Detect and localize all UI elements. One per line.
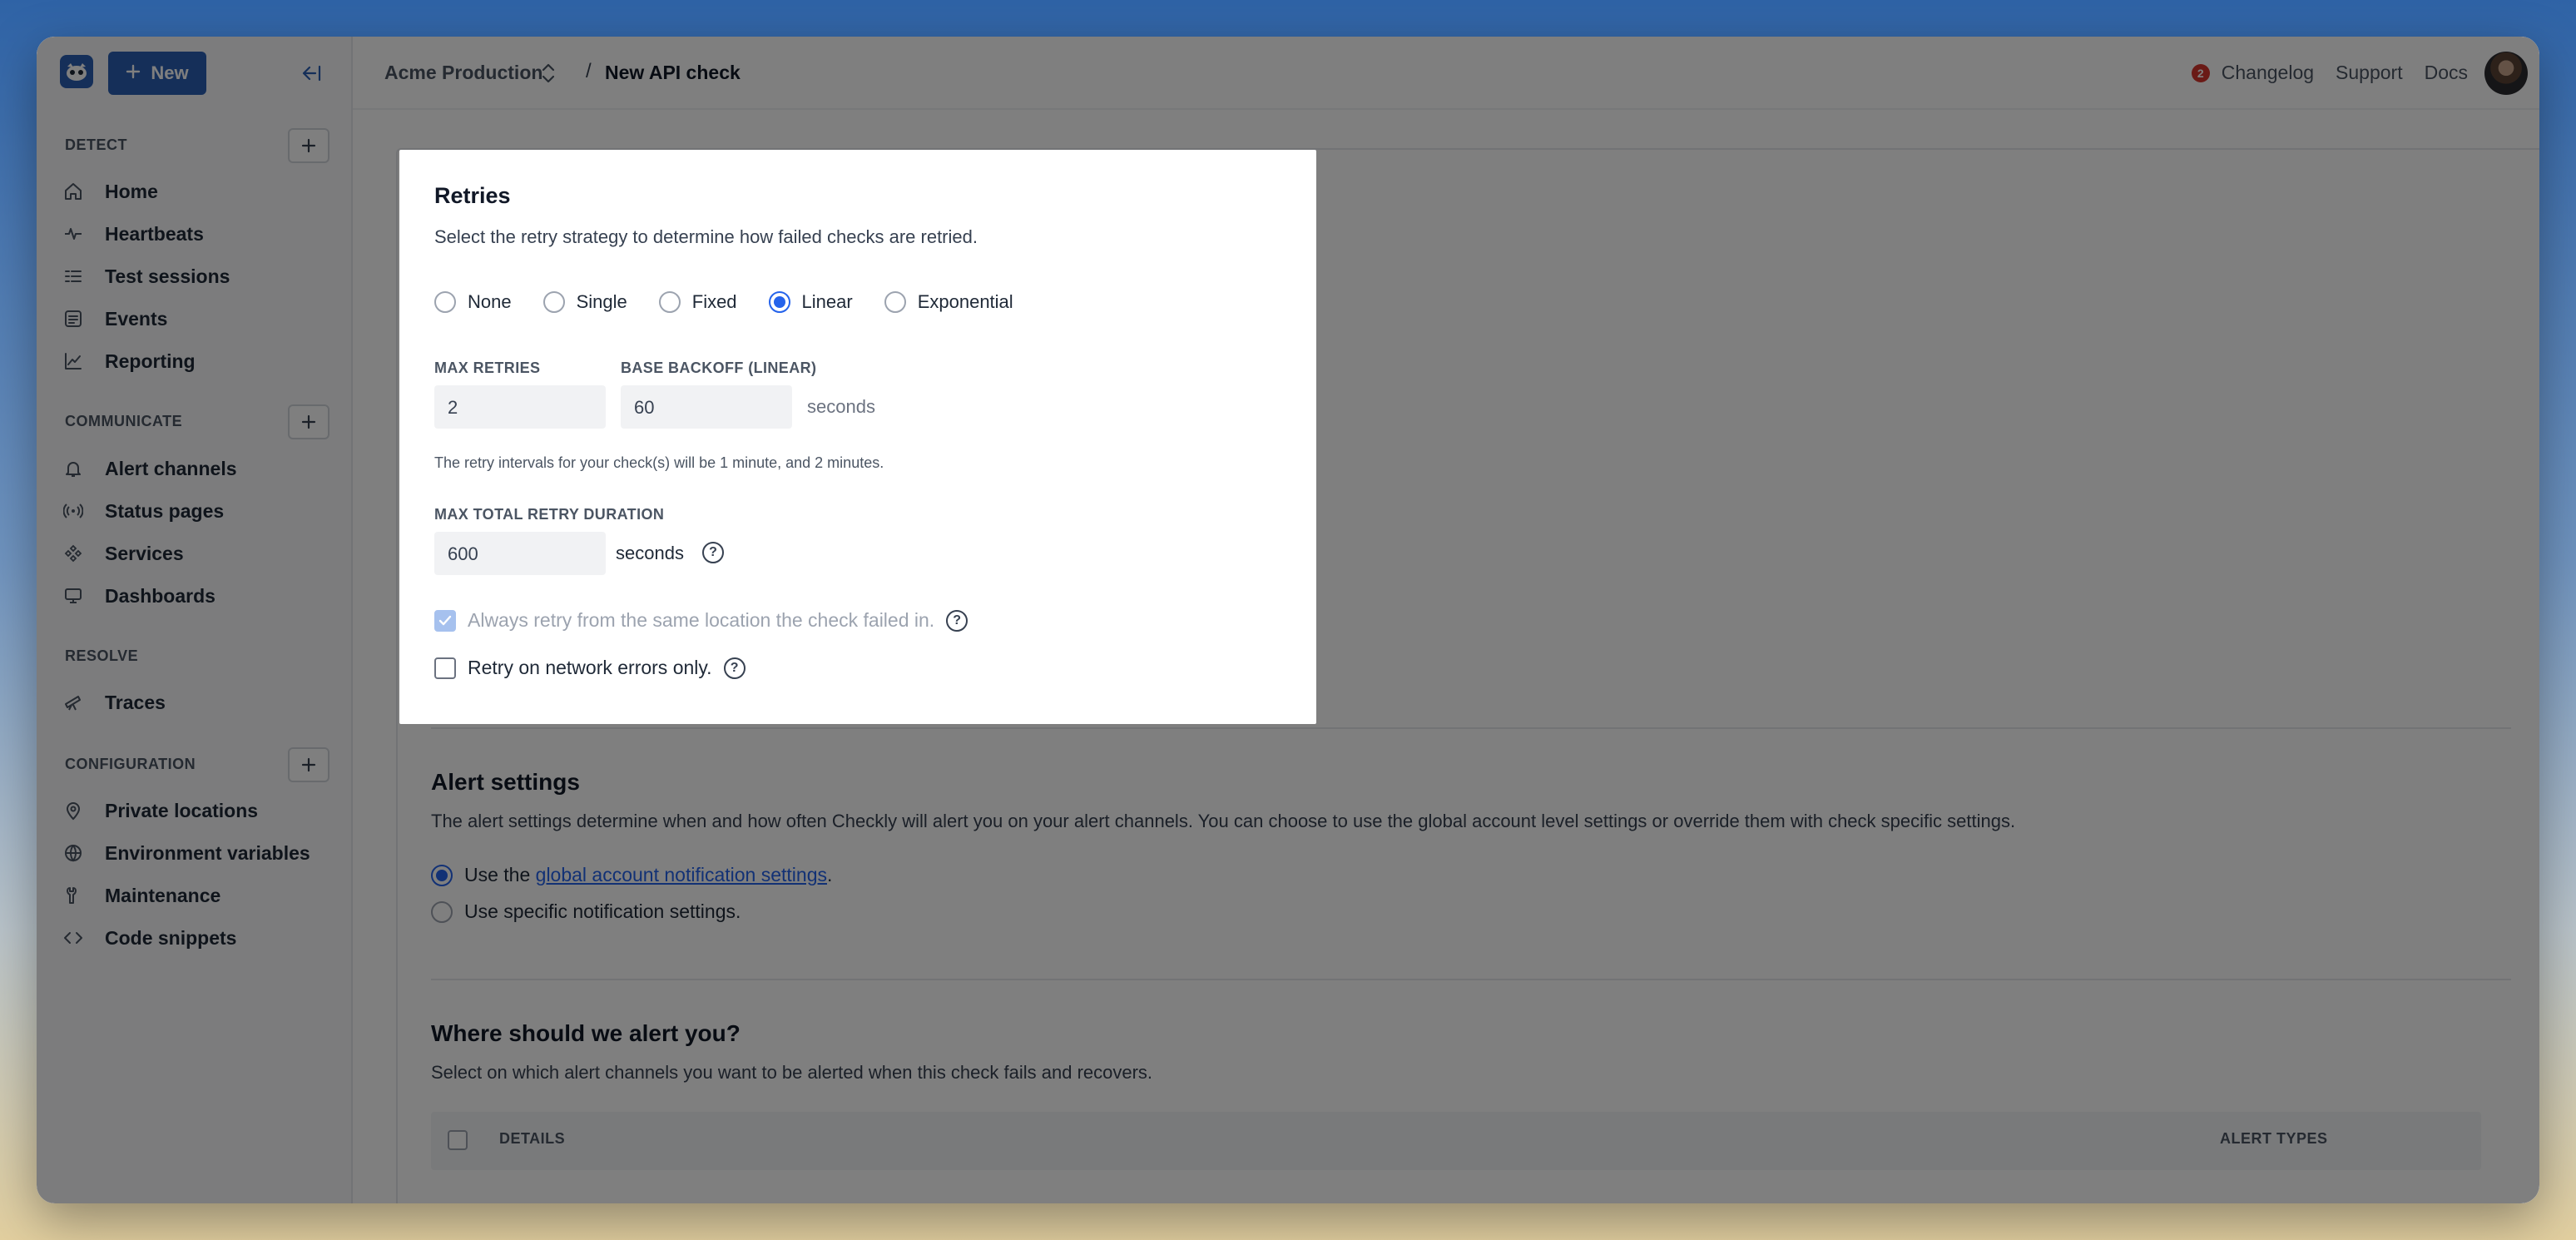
max-retries-label: MAX RETRIES <box>434 360 541 376</box>
same-location-help-icon[interactable]: ? <box>946 609 968 632</box>
retries-title: Retries <box>434 183 511 208</box>
max-retries-input[interactable]: 2 <box>434 385 606 429</box>
strategy-label: Single <box>576 291 627 312</box>
retries-modal: Retries Select the retry strategy to det… <box>399 150 1316 724</box>
retry-intervals-hint: The retry intervals for your check(s) wi… <box>434 454 884 471</box>
strategy-exponential-radio[interactable] <box>884 291 906 313</box>
network-only-option[interactable]: Retry on network errors only. ? <box>434 657 746 679</box>
network-only-label: Retry on network errors only. <box>468 657 712 678</box>
retries-description: Select the retry strategy to determine h… <box>434 226 978 247</box>
max-duration-input[interactable]: 600 <box>434 532 606 575</box>
base-backoff-unit: seconds <box>807 396 875 417</box>
strategy-exponential[interactable]: Exponential <box>884 291 1013 313</box>
strategy-none[interactable]: None <box>434 291 512 313</box>
retry-strategy-group: None Single Fixed Linear Exponential <box>434 291 1045 313</box>
network-only-help-icon[interactable]: ? <box>723 657 746 679</box>
strategy-single-radio[interactable] <box>542 291 565 313</box>
same-location-checkbox <box>434 609 456 632</box>
strategy-fixed[interactable]: Fixed <box>658 291 737 313</box>
network-only-checkbox[interactable] <box>434 657 456 679</box>
strategy-linear-radio[interactable] <box>768 291 790 313</box>
strategy-single[interactable]: Single <box>542 291 627 313</box>
base-backoff-label: BASE BACKOFF (LINEAR) <box>621 360 817 376</box>
max-duration-unit: seconds <box>616 543 684 563</box>
strategy-label: Exponential <box>917 291 1013 312</box>
base-backoff-input[interactable]: 60 <box>621 385 792 429</box>
strategy-fixed-radio[interactable] <box>658 291 681 313</box>
strategy-linear[interactable]: Linear <box>768 291 853 313</box>
strategy-label: Fixed <box>691 291 737 312</box>
max-duration-label: MAX TOTAL RETRY DURATION <box>434 506 665 523</box>
app-window: New DETECT Home Heartbeats Test sessions… <box>37 37 2539 1203</box>
strategy-none-radio[interactable] <box>434 291 456 313</box>
same-location-label: Always retry from the same location the … <box>468 609 935 631</box>
strategy-label: None <box>468 291 512 312</box>
strategy-label: Linear <box>801 291 853 312</box>
same-location-option: Always retry from the same location the … <box>434 609 968 632</box>
max-duration-help-icon[interactable]: ? <box>702 542 724 563</box>
